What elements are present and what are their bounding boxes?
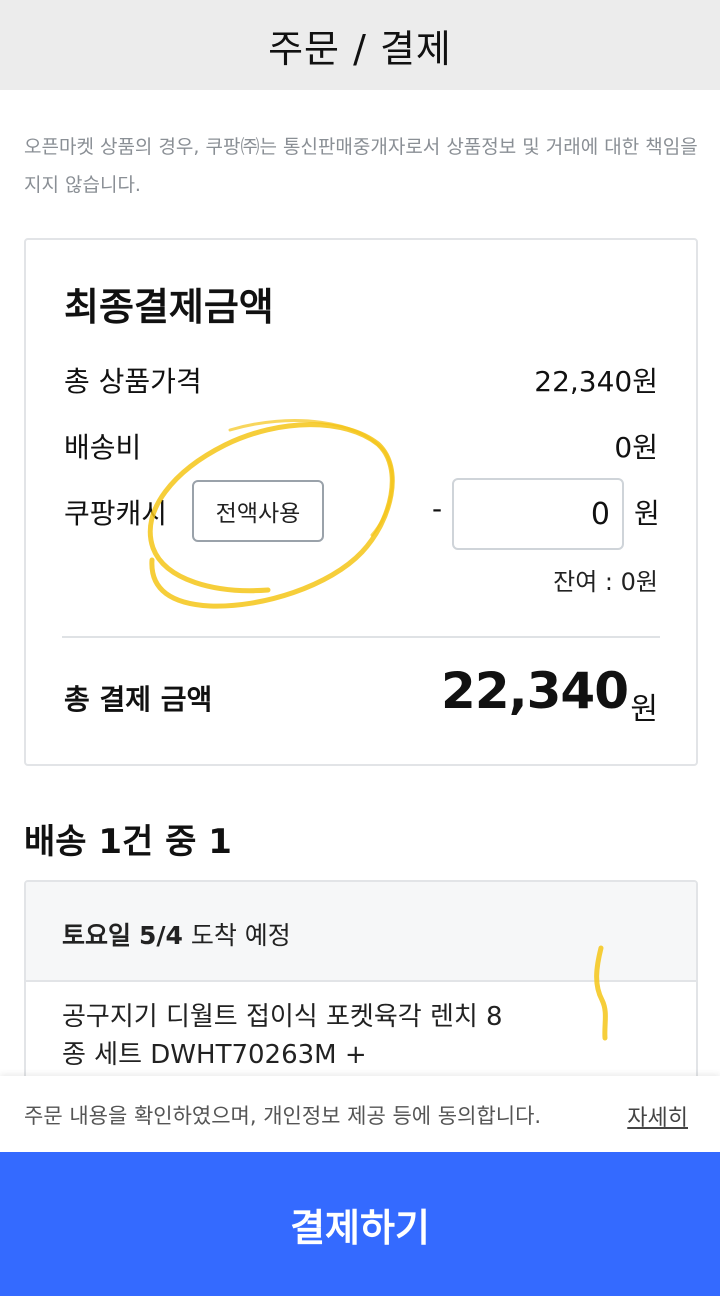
cash-amount-input[interactable] [452, 478, 624, 550]
cash-unit: 원 [634, 497, 660, 530]
summary-divider [62, 636, 660, 638]
arrival-estimate: 토요일 5/4 도착 예정 [62, 916, 291, 952]
use-all-cash-button[interactable]: 전액사용 [192, 480, 324, 542]
arrival-day: 토요일 [62, 921, 132, 950]
total-payment-amount: 22,340 [441, 662, 629, 720]
cash-minus-sign: - [432, 492, 443, 525]
details-link[interactable]: 자세히 [627, 1100, 688, 1132]
shipping-fee-value: 0원 [614, 431, 658, 464]
total-payment-label: 총 결제 금액 [64, 683, 213, 716]
coupang-cash-label: 쿠팡캐시 [64, 497, 168, 530]
total-payment-unit: 원 [630, 692, 658, 727]
consent-text: 주문 내용을 확인하였으며, 개인정보 제공 등에 동의합니다. [24, 1104, 542, 1128]
pay-button[interactable]: 결제하기 [0, 1152, 720, 1296]
arrival-date: 5/4 [138, 921, 183, 950]
shipping-fee-label: 배송비 [64, 431, 142, 464]
final-payment-title: 최종결제금액 [64, 285, 274, 329]
cash-remaining: 잔여 : 0원 [553, 568, 658, 596]
product-name: 공구지기 디월트 접이식 포켓육각 렌치 8종 세트 DWHT70263M + [62, 1002, 503, 1070]
openmarket-notice: 오픈마켓 상품의 경우, 쿠팡㈜는 통신판매중개자로서 상품정보 및 거래에 대… [24, 136, 698, 196]
product-price-value: 22,340원 [534, 365, 658, 398]
top-header: 주문 / 결제 [0, 0, 720, 90]
checkout-bottom-bar: 주문 내용을 확인하였으며, 개인정보 제공 등에 동의합니다. 자세히 결제하… [0, 1076, 720, 1296]
shipping-heading: 배송 1건 중 1 [24, 822, 232, 862]
shipping-card-header: 토요일 5/4 도착 예정 [26, 882, 696, 982]
arrival-suffix: 도착 예정 [190, 921, 291, 950]
product-price-label: 총 상품가격 [64, 365, 202, 398]
final-payment-card: 최종결제금액 총 상품가격 22,340원 배송비 0원 쿠팡캐시 전액사용 -… [24, 238, 698, 766]
page-title: 주문 / 결제 [268, 26, 452, 71]
